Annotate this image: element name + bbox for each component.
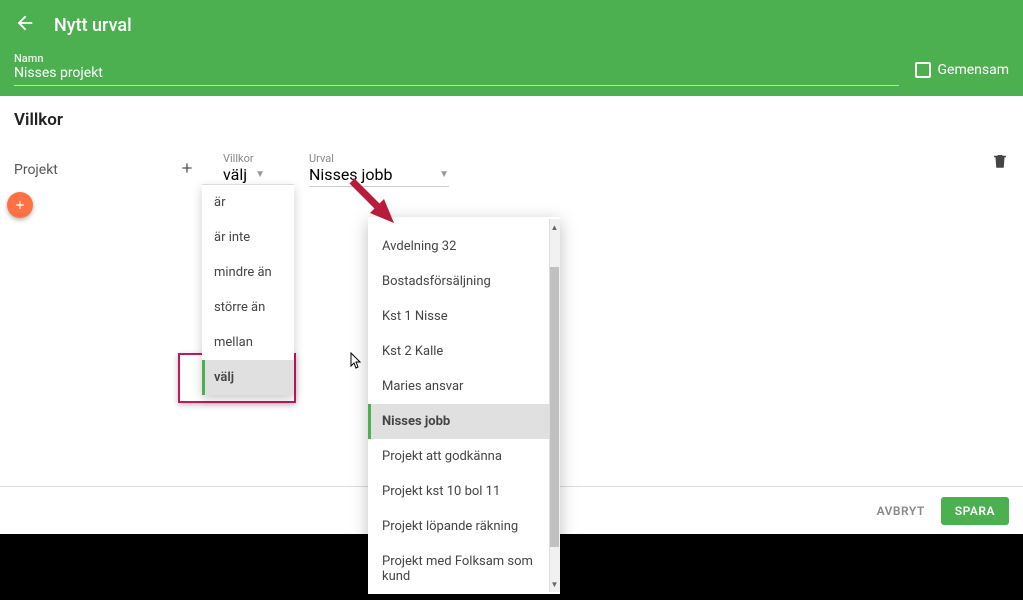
name-field[interactable]: Namn Nisses projekt <box>14 52 899 86</box>
urval-option[interactable]: Projekt att godkänna <box>368 439 560 474</box>
urval-select-value: Nisses jobb <box>309 165 392 184</box>
urval-option[interactable]: Projekt kst 10 bol 11 <box>368 474 560 509</box>
urval-option[interactable]: Avdelning 32 <box>368 229 560 264</box>
urval-option[interactable]: Kst 2 Kalle <box>368 334 560 369</box>
scroll-down-icon[interactable]: ▼ <box>549 578 560 590</box>
page-title: Nytt urval <box>54 15 132 36</box>
urval-option[interactable]: Maries ansvar <box>368 369 560 404</box>
scroll-up-icon[interactable]: ▲ <box>549 221 560 233</box>
shared-checkbox[interactable]: Gemensam <box>915 62 1009 78</box>
urval-option-selected[interactable]: Nisses jobb <box>368 404 560 439</box>
urval-option[interactable]: Projekt löpande räkning <box>368 509 560 544</box>
villkor-option-selected[interactable]: välj <box>202 360 294 395</box>
condition-row-label: Projekt <box>14 162 179 178</box>
urval-select-label: Urval <box>309 152 449 165</box>
delete-button[interactable] <box>991 152 1009 174</box>
villkor-option[interactable]: mellan <box>202 325 294 360</box>
villkor-select[interactable]: Villkor välj ▼ <box>223 152 283 187</box>
scrollbar-thumb[interactable] <box>550 267 559 547</box>
urval-option[interactable]: Projekt med Folksam som kund <box>368 544 560 594</box>
plus-icon[interactable] <box>179 160 195 180</box>
mouse-cursor-icon <box>350 352 364 374</box>
checkbox-icon <box>915 62 931 78</box>
urval-option[interactable]: Kst 1 Nisse <box>368 299 560 334</box>
chevron-down-icon: ▼ <box>255 169 265 180</box>
name-field-value: Nisses projekt <box>14 65 899 86</box>
villkor-option[interactable]: är <box>202 185 294 220</box>
checkbox-label: Gemensam <box>937 62 1009 78</box>
villkor-select-label: Villkor <box>223 152 283 165</box>
header-bar: Nytt urval Namn Nisses projekt Gemensam <box>0 0 1023 96</box>
urval-select[interactable]: Urval Nisses jobb ▼ <box>309 152 449 187</box>
urval-dropdown-menu: Avdelning 32 Bostadsförsäljning Kst 1 Ni… <box>368 217 560 594</box>
condition-row: Projekt Villkor välj ▼ Urval Nisses jobb… <box>14 152 1009 187</box>
urval-option[interactable]: Bostadsförsäljning <box>368 264 560 299</box>
name-field-label: Namn <box>14 52 899 65</box>
save-button[interactable]: SPARA <box>941 497 1009 525</box>
villkor-dropdown-menu: är är inte mindre än större än mellan vä… <box>202 184 294 395</box>
cancel-button[interactable]: AVBRYT <box>877 504 925 518</box>
chevron-down-icon: ▼ <box>439 169 449 180</box>
section-title: Villkor <box>14 110 1009 130</box>
back-arrow-icon[interactable] <box>14 12 36 38</box>
villkor-option[interactable]: mindre än <box>202 255 294 290</box>
scrollbar-track[interactable]: ▲ ▼ <box>549 219 560 592</box>
villkor-option[interactable]: är inte <box>202 220 294 255</box>
villkor-select-value: välj <box>223 165 247 184</box>
villkor-option[interactable]: större än <box>202 290 294 325</box>
